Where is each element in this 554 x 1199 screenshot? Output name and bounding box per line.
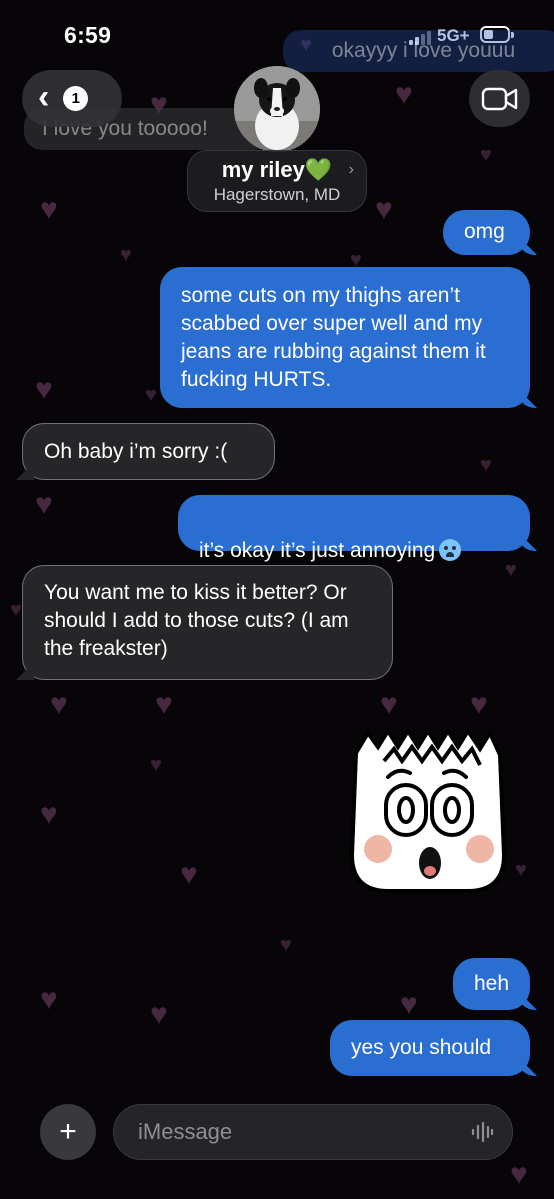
heart-decoration: ♥ bbox=[180, 858, 198, 891]
heart-decoration: ♥ bbox=[400, 988, 418, 1021]
unread-count-badge: 1 bbox=[63, 86, 89, 111]
heart-decoration: ♥ bbox=[35, 373, 53, 406]
heart-decoration: ♥ bbox=[380, 688, 398, 721]
message-bubble-sent[interactable]: yes you should bbox=[330, 1020, 530, 1076]
contact-location: Hagerstown, MD bbox=[213, 185, 341, 204]
sticker-face[interactable] bbox=[348, 725, 508, 895]
heart-decoration: ♥ bbox=[40, 798, 58, 831]
message-bubble-received[interactable]: Oh baby i’m sorry :( bbox=[22, 423, 275, 480]
heart-decoration: ♥ bbox=[35, 488, 53, 521]
contact-name-pill[interactable]: my riley💚 Hagerstown, MD › bbox=[187, 150, 367, 212]
previous-message-ghost: okayyy i love youuu bbox=[283, 30, 554, 72]
message-bubble-sent[interactable]: it’s okay it’s just annoying bbox=[178, 495, 530, 562]
message-bubble-sent[interactable]: omg bbox=[443, 210, 530, 255]
message-bubble-sent[interactable]: some cuts on my thighs aren’t scabbed ov… bbox=[160, 267, 530, 408]
heart-decoration: ♥ bbox=[505, 559, 517, 581]
chevron-right-icon: › bbox=[348, 161, 354, 178]
back-button[interactable]: ‹ 1 bbox=[22, 70, 122, 127]
plus-icon: + bbox=[59, 1115, 77, 1148]
heart-decoration: ♥ bbox=[470, 688, 488, 721]
heart-decoration: ♥ bbox=[280, 934, 292, 956]
heart-decoration: ♥ bbox=[10, 599, 22, 621]
message-bubble-sent[interactable]: heh bbox=[453, 958, 530, 1010]
message-input-bar[interactable] bbox=[113, 1104, 513, 1160]
video-call-button[interactable] bbox=[469, 70, 530, 127]
heart-decoration: ♥ bbox=[480, 454, 492, 476]
heart-decoration: ♥ bbox=[480, 144, 492, 166]
message-input[interactable] bbox=[136, 1118, 470, 1146]
heart-decoration: ♥ bbox=[150, 754, 162, 776]
status-time: 6:59 bbox=[64, 22, 112, 48]
waveform-icon[interactable] bbox=[470, 1121, 494, 1143]
message-text: it’s okay it’s just annoying bbox=[199, 539, 436, 562]
heart-decoration: ♥ bbox=[395, 78, 413, 111]
heart-decoration: ♥ bbox=[40, 193, 58, 226]
message-bubble-received[interactable]: You want me to kiss it better? Or should… bbox=[22, 565, 393, 680]
heart-decoration: ♥ bbox=[375, 193, 393, 226]
heart-decoration: ♥ bbox=[150, 998, 168, 1031]
heart-decoration: ♥ bbox=[515, 859, 527, 881]
video-camera-icon bbox=[481, 87, 517, 110]
heart-decoration: ♥ bbox=[40, 983, 58, 1016]
heart-decoration: ♥ bbox=[145, 384, 157, 406]
heart-decoration: ♥ bbox=[510, 1158, 528, 1191]
plus-button[interactable]: + bbox=[40, 1104, 96, 1160]
contact-name: my riley💚 bbox=[221, 157, 333, 182]
avatar[interactable] bbox=[234, 66, 320, 152]
emoji-crying-icon bbox=[439, 539, 462, 561]
heart-decoration: ♥ bbox=[50, 688, 68, 721]
dog-photo bbox=[234, 66, 320, 152]
heart-decoration: ♥ bbox=[120, 244, 132, 266]
back-chevron-icon: ‹ bbox=[38, 77, 50, 116]
heart-decoration: ♥ bbox=[155, 688, 173, 721]
